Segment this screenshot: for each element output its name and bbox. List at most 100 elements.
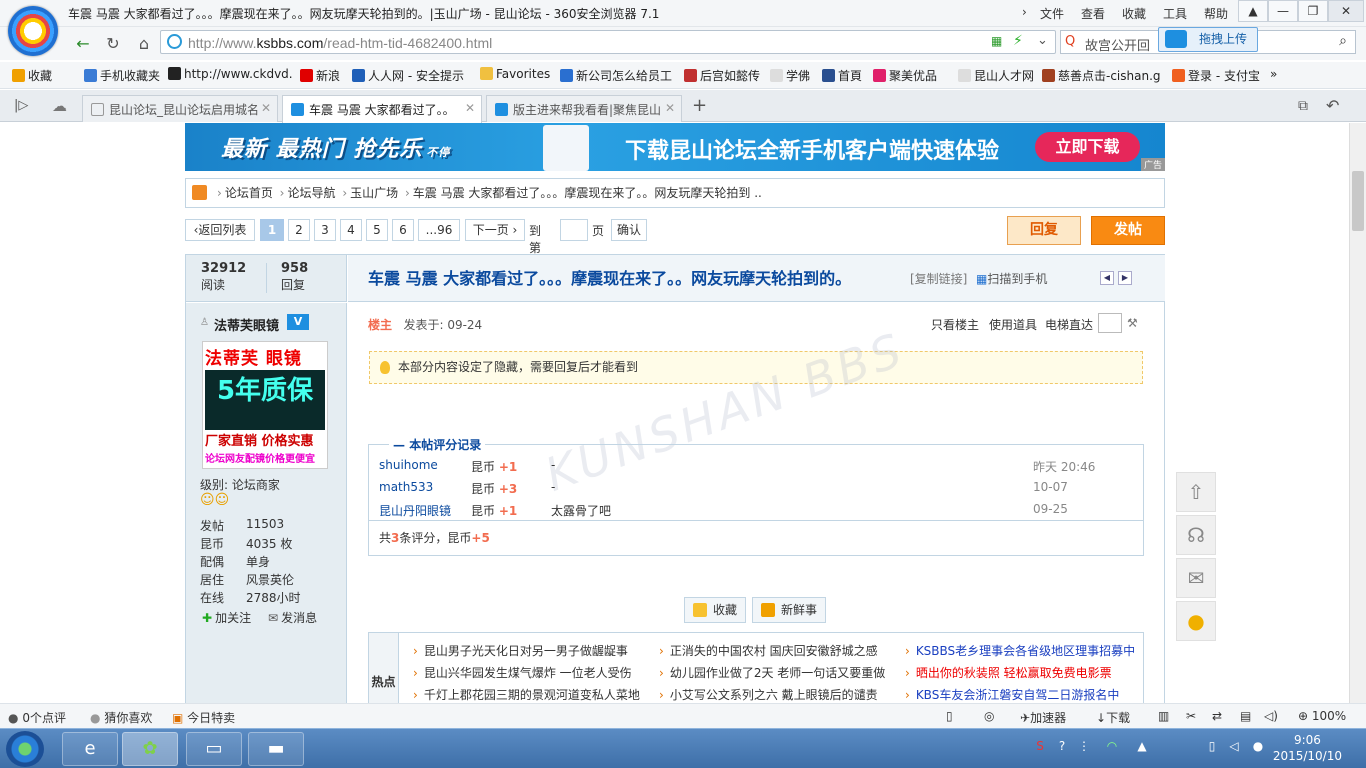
download-button[interactable]: ↓下载: [1096, 709, 1130, 726]
breadcrumb-forum-home[interactable]: 论坛首页: [225, 186, 273, 200]
hot-link[interactable]: 昆山男子光天化日对另一男子做龌龊事: [413, 642, 628, 659]
accelerator-button[interactable]: ✈加速器: [1020, 709, 1066, 726]
favorite-button[interactable]: 收藏: [684, 597, 747, 623]
reply-button[interactable]: 回复: [1007, 216, 1081, 245]
hot-link[interactable]: 正消失的中国农村 国庆回安徽舒城之感: [659, 642, 878, 659]
fresh-news-button[interactable]: 新鲜事: [752, 597, 827, 623]
bookmark-item[interactable]: http://www.ckdvd.: [168, 67, 293, 81]
scissors-icon[interactable]: ✂: [1186, 709, 1196, 723]
ad-banner[interactable]: 最新 最热门 抢先乐 不停 下载昆山论坛全新手机客户端快速体验 立即下载 广告: [185, 123, 1165, 171]
zoom-level[interactable]: ⊕ 100%: [1298, 709, 1346, 723]
next-page-button[interactable]: 下一页 ›: [465, 219, 525, 241]
menu-help[interactable]: 帮助: [1204, 5, 1228, 22]
bookmark-item[interactable]: 新浪: [300, 67, 340, 84]
vertical-scrollbar[interactable]: [1349, 123, 1366, 703]
wrench-icon[interactable]: ⚒: [1127, 316, 1138, 330]
speed-icon[interactable]: ⚡: [1013, 33, 1023, 49]
bookmark-item[interactable]: 收藏: [12, 67, 52, 84]
sogou-icon[interactable]: S: [1032, 739, 1048, 755]
sidebar-toggle-icon[interactable]: |▷: [14, 98, 28, 113]
mute-icon[interactable]: ◁: [1226, 739, 1242, 755]
bookmark-item[interactable]: 人人网 - 安全提示: [352, 67, 464, 84]
bookmarks-more-icon[interactable]: »: [1270, 67, 1277, 81]
qq-icon[interactable]: ●: [1176, 601, 1216, 641]
avatar[interactable]: 法蒂芙 眼镜 5年质保 厂家直销 价格实惠 论坛网友配镜价格更便宜: [202, 341, 328, 469]
hot-link[interactable]: 幼儿园作业做了2天 老师一句话又要重做: [659, 664, 885, 681]
taskbar-explorer-icon[interactable]: ▭: [186, 732, 242, 766]
phone-icon[interactable]: ▯: [946, 709, 953, 723]
wifi-icon[interactable]: ◠: [1104, 739, 1120, 755]
globe-icon[interactable]: ◎: [984, 709, 994, 723]
breadcrumb-yushan-square[interactable]: 玉山广场: [350, 186, 398, 200]
search-engine-icon[interactable]: Q: [1065, 34, 1075, 49]
qr-icon[interactable]: ▦: [991, 34, 1002, 48]
volume-icon[interactable]: ◁): [1264, 709, 1278, 723]
restore-button[interactable]: ❐: [1298, 0, 1328, 22]
new-tab-button[interactable]: +: [692, 95, 707, 116]
tab-kunshan-home[interactable]: 昆山论坛_昆山论坛启用城名 ✕: [82, 95, 278, 122]
bookmark-item[interactable]: 登录 - 支付宝: [1172, 67, 1260, 84]
rating-user[interactable]: math533: [379, 480, 433, 494]
page-4[interactable]: 4: [340, 219, 362, 241]
cloud-icon[interactable]: ☁: [52, 97, 67, 115]
home-icon[interactable]: [192, 185, 207, 200]
back-to-list-button[interactable]: ‹返回列表: [185, 219, 255, 241]
comments-status[interactable]: ● 0个点评: [8, 709, 66, 726]
search-icon[interactable]: ⌕: [1339, 33, 1347, 49]
wechat-icon[interactable]: ✉: [1176, 558, 1216, 598]
url-input[interactable]: http://www.ksbbs.com/read-htm-tid-468240…: [160, 30, 1056, 54]
tray-expand-icon[interactable]: ▲: [1134, 739, 1150, 755]
tab-current-post[interactable]: 车震 马震 大家都看过了。。 ✕: [282, 95, 482, 123]
bookmark-item[interactable]: 慈善点击-cishan.g: [1042, 67, 1161, 84]
page-last[interactable]: ...96: [418, 219, 460, 241]
drag-upload-button[interactable]: 拖拽上传: [1158, 27, 1258, 52]
floor-input[interactable]: [1098, 313, 1122, 333]
menu-file[interactable]: 文件: [1040, 5, 1064, 22]
skin-icon[interactable]: ▲: [1238, 0, 1268, 22]
chevron-right-icon[interactable]: ›: [1022, 5, 1027, 19]
scrollbar-thumb[interactable]: [1352, 171, 1364, 231]
browser-logo[interactable]: [8, 6, 58, 56]
taskbar-folder-icon[interactable]: ▬: [248, 732, 304, 766]
close-icon[interactable]: ✕: [665, 101, 675, 115]
bookmark-item[interactable]: Favorites: [480, 67, 550, 81]
follow-button[interactable]: ✚ 加关注: [202, 609, 251, 626]
headset-icon[interactable]: ☊: [1176, 515, 1216, 555]
undo-close-icon[interactable]: ↶: [1326, 96, 1339, 115]
taskbar-ie-icon[interactable]: e: [62, 732, 118, 766]
guess-you-like[interactable]: ● 猜你喜欢: [90, 709, 152, 726]
bookmark-item[interactable]: 学佛: [770, 67, 810, 84]
hot-link[interactable]: KBS车友会浙江磐安自驾二日游报名中: [905, 686, 1120, 703]
bookmark-item[interactable]: 昆山人才网: [958, 67, 1034, 84]
new-post-button[interactable]: 发帖: [1091, 216, 1165, 245]
bookmark-item[interactable]: 手机收藏夹: [84, 67, 160, 84]
menu-tools[interactable]: 工具: [1163, 5, 1187, 22]
taskbar-360-icon[interactable]: ✿: [122, 732, 178, 766]
scan-to-phone-button[interactable]: ▦扫描到手机: [976, 270, 1047, 287]
menu-view[interactable]: 查看: [1081, 5, 1105, 22]
bookmark-item[interactable]: 后宫如懿传: [684, 67, 760, 84]
hot-link[interactable]: 千灯上郡花园三期的景观河道变私人菜地: [413, 686, 640, 703]
device-icon[interactable]: ▯: [1204, 739, 1220, 755]
home-icon[interactable]: ⌂: [133, 34, 155, 54]
page-1[interactable]: 1: [260, 219, 284, 241]
start-button[interactable]: [6, 731, 44, 767]
use-tools-link[interactable]: 使用道具: [989, 316, 1037, 333]
next-topic-icon[interactable]: ▶: [1118, 271, 1132, 285]
layout-icon[interactable]: ▥: [1158, 709, 1169, 723]
author-name[interactable]: 法蒂芙眼镜: [214, 315, 279, 334]
page-5[interactable]: 5: [366, 219, 388, 241]
minimize-button[interactable]: —: [1268, 0, 1298, 22]
taskbar-clock[interactable]: 9:06 2015/10/10: [1273, 732, 1342, 764]
download-now-button[interactable]: 立即下载: [1035, 132, 1140, 162]
close-button[interactable]: ✕: [1328, 0, 1364, 22]
translate-icon[interactable]: ⇄: [1212, 709, 1222, 723]
refresh-icon[interactable]: ↻: [102, 34, 124, 54]
hot-link[interactable]: 晒出你的秋装照 轻松赢取免费电影票: [905, 664, 1112, 681]
back-to-top-icon[interactable]: ⇧: [1176, 472, 1216, 512]
bookmark-item[interactable]: 新公司怎么给员工: [560, 67, 672, 84]
dropdown-icon[interactable]: ⌄: [1037, 33, 1048, 48]
close-icon[interactable]: ✕: [261, 101, 271, 115]
hot-link[interactable]: 昆山兴华园发生煤气爆炸 一位老人受伤: [413, 664, 632, 681]
confirm-page-button[interactable]: 确认: [611, 219, 647, 241]
